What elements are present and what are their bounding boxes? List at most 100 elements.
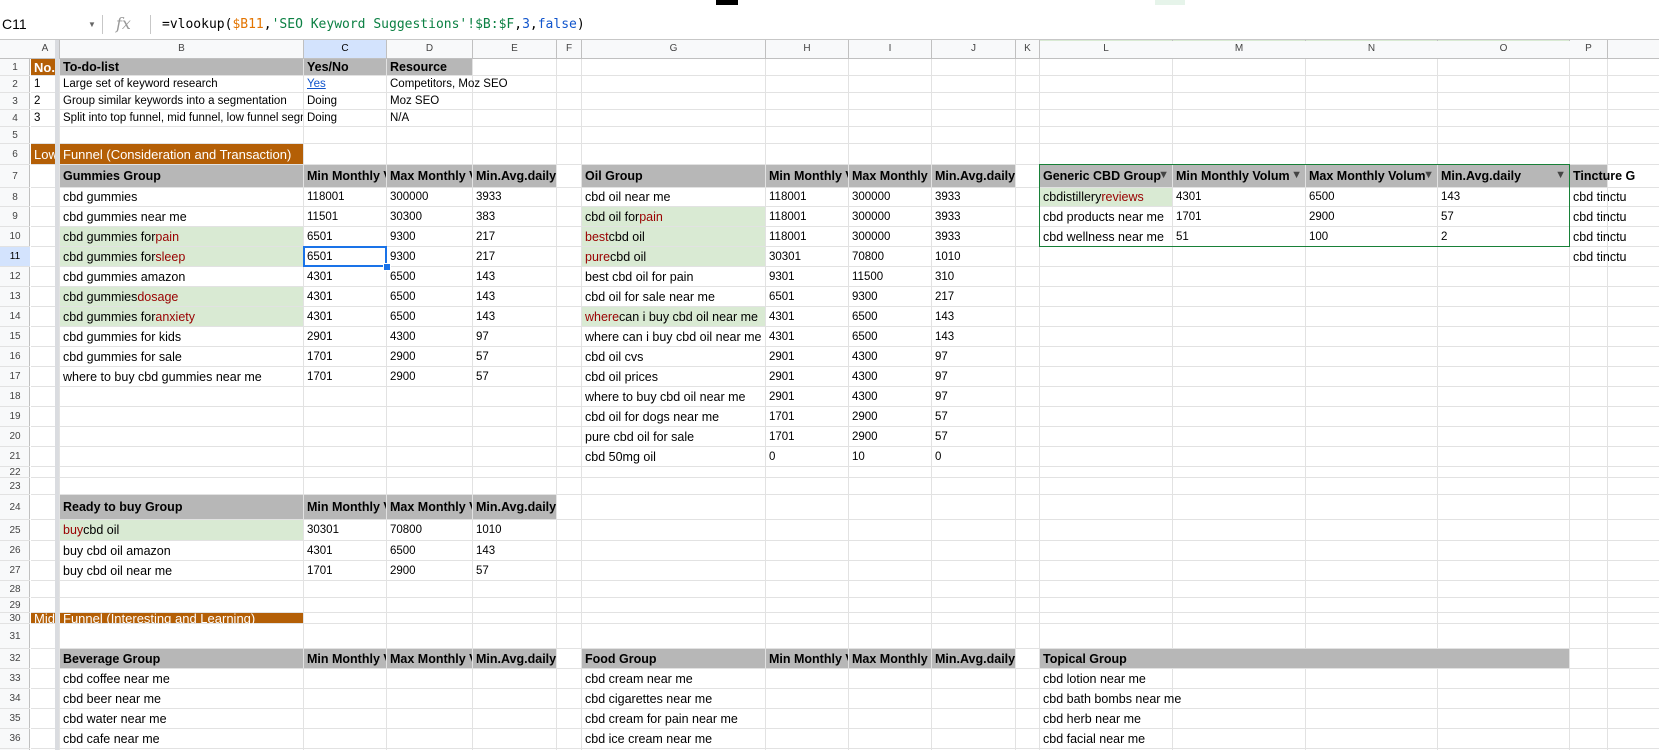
max-monthly-value[interactable]: 2900 — [849, 407, 931, 426]
min-monthly-value[interactable]: 118001 — [304, 188, 386, 206]
min-monthly-value[interactable]: 1701 — [1173, 207, 1305, 226]
gummies-keyword[interactable]: cbd gummies amazon — [60, 267, 303, 286]
min-monthly-value[interactable]: 4301 — [304, 307, 386, 326]
min-avg-daily-value[interactable]: 143 — [932, 307, 1015, 326]
oil-keyword[interactable]: where to buy cbd oil near me — [582, 387, 765, 406]
min-monthly-value[interactable]: 0 — [766, 447, 848, 466]
max-monthly-value[interactable]: 6500 — [849, 327, 931, 346]
min-monthly-value[interactable]: 2901 — [766, 347, 848, 366]
column-header-j[interactable]: J — [932, 40, 1016, 58]
header-min-monthly[interactable]: Min Monthly V — [766, 165, 848, 187]
min-monthly-value[interactable]: 4301 — [1173, 188, 1305, 206]
max-monthly-value[interactable]: 2900 — [849, 427, 931, 446]
min-monthly-value[interactable]: 1701 — [304, 367, 386, 386]
row-header-22[interactable]: 22 — [0, 467, 30, 478]
min-avg-daily-value[interactable]: 97 — [473, 327, 556, 346]
column-header-f[interactable]: F — [557, 40, 582, 58]
min-monthly-value[interactable]: 6501 — [766, 287, 848, 306]
beverage-keyword[interactable]: cbd beer near me — [60, 689, 303, 708]
todo-task[interactable]: Large set of keyword research — [60, 76, 303, 92]
min-avg-daily-value[interactable]: 57 — [1438, 207, 1569, 226]
todo-status[interactable]: Doing — [304, 93, 386, 109]
todo-header-yesno[interactable]: Yes/No — [304, 59, 386, 75]
header-min-monthly[interactable]: Min Monthly V — [304, 495, 386, 519]
oil-keyword[interactable]: cbd oil cvs — [582, 347, 765, 366]
oil-keyword[interactable]: cbd oil for dogs near me — [582, 407, 765, 426]
todo-status[interactable]: Doing — [304, 110, 386, 126]
row-header-20[interactable]: 20 — [0, 427, 30, 447]
generic-keyword[interactable]: cbd products near me — [1040, 207, 1172, 226]
row-header-34[interactable]: 34 — [0, 689, 30, 709]
header-max-monthly[interactable]: Max Monthly \ — [849, 165, 931, 187]
beverage-keyword[interactable]: cbd coffee near me — [60, 669, 303, 688]
min-monthly-value[interactable]: 2901 — [766, 367, 848, 386]
row-header-7[interactable]: 7 — [0, 165, 30, 188]
header-min-avg-daily[interactable]: Min.Avg.daily — [932, 649, 1015, 668]
ready-group-header[interactable]: Ready to buy Group — [60, 495, 303, 519]
frozen-column-divider[interactable] — [55, 40, 59, 750]
row-header-35[interactable]: 35 — [0, 709, 30, 729]
name-box[interactable]: C11 — [0, 10, 98, 39]
min-avg-daily-value[interactable]: 383 — [473, 207, 556, 226]
min-monthly-value[interactable]: 1701 — [766, 427, 848, 446]
header-min-avg-daily[interactable]: Min.Avg.daily — [473, 165, 556, 187]
max-monthly-value[interactable]: 6500 — [387, 541, 472, 560]
sheet-grid[interactable]: No. To-do-list Yes/No Resource 1 Large set of… — [31, 59, 1659, 750]
min-avg-daily-value[interactable]: 2 — [1438, 227, 1569, 246]
gummies-keyword[interactable]: cbd gummies — [60, 188, 303, 206]
min-monthly-value[interactable]: 2901 — [766, 387, 848, 406]
min-monthly-value[interactable]: 30301 — [766, 247, 848, 266]
food-keyword[interactable]: cbd cigarettes near me — [582, 689, 765, 708]
row-header-30[interactable]: 30 — [0, 613, 30, 624]
column-header-g[interactable]: G — [582, 40, 766, 58]
header-max-monthly[interactable]: Max Monthly V — [387, 495, 472, 519]
filter-icon[interactable]: ▼ — [1158, 169, 1169, 181]
filter-icon[interactable]: ▼ — [1555, 169, 1566, 181]
column-header-d[interactable]: D — [387, 40, 473, 58]
ready-keyword[interactable]: buy cbd oil — [60, 520, 303, 540]
header-min-avg-daily[interactable]: Min.Avg.daily — [932, 165, 1015, 187]
oil-keyword[interactable]: cbd oil prices — [582, 367, 765, 386]
tincture-group-header[interactable]: Tincture G — [1570, 165, 1635, 187]
row-header-9[interactable]: 9 — [0, 207, 30, 227]
fill-handle[interactable] — [383, 263, 391, 271]
column-header-c[interactable]: C — [304, 40, 387, 58]
todo-status[interactable]: Yes — [304, 76, 386, 92]
oil-keyword[interactable]: pure cbd oil — [582, 247, 765, 266]
min-monthly-value[interactable]: 4301 — [766, 327, 848, 346]
header-min-avg-daily[interactable]: Min.Avg.daily ▼ — [1438, 165, 1569, 187]
column-header-k[interactable]: K — [1016, 40, 1040, 58]
generic-keyword[interactable]: cbd wellness near me — [1040, 227, 1172, 246]
min-avg-daily-value[interactable]: 217 — [932, 287, 1015, 306]
min-monthly-value[interactable]: 1701 — [766, 407, 848, 426]
max-monthly-value[interactable]: 2900 — [1306, 207, 1437, 226]
row-header-3[interactable]: 3 — [0, 93, 30, 110]
min-avg-daily-value[interactable]: 1010 — [932, 247, 1015, 266]
row-header-28[interactable]: 28 — [0, 581, 30, 598]
oil-keyword[interactable]: cbd 50mg oil — [582, 447, 765, 466]
min-avg-daily-value[interactable]: 143 — [473, 307, 556, 326]
max-monthly-value[interactable]: 11500 — [849, 267, 931, 286]
gummies-keyword[interactable]: cbd gummies for sleep — [60, 247, 303, 266]
row-header-18[interactable]: 18 — [0, 387, 30, 407]
column-header-i[interactable]: I — [849, 40, 932, 58]
food-keyword[interactable]: cbd ice cream near me — [582, 729, 765, 748]
oil-keyword[interactable]: best cbd oil for pain — [582, 267, 765, 286]
row-header-19[interactable]: 19 — [0, 407, 30, 427]
topical-keyword[interactable]: cbd lotion near me — [1040, 669, 1172, 688]
max-monthly-value[interactable]: 9300 — [387, 227, 472, 246]
chevron-down-icon[interactable]: ▼ — [88, 10, 96, 39]
min-monthly-value[interactable]: 118001 — [766, 207, 848, 226]
todo-task[interactable]: Split into top funnel, mid funnel, low f… — [60, 110, 303, 126]
row-header-27[interactable]: 27 — [0, 561, 30, 581]
todo-resource[interactable]: N/A — [387, 110, 472, 126]
row-header-2[interactable]: 2 — [0, 76, 30, 93]
row-header-4[interactable]: 4 — [0, 110, 30, 127]
column-header-e[interactable]: E — [473, 40, 557, 58]
oil-keyword[interactable]: best cbd oil — [582, 227, 765, 246]
generic-keyword[interactable]: cbdistillery reviews — [1040, 188, 1172, 206]
column-header-n[interactable]: N — [1306, 40, 1438, 54]
row-header-8[interactable]: 8 — [0, 188, 30, 207]
row-header-6[interactable]: 6 — [0, 144, 30, 165]
min-monthly-value[interactable]: 11501 — [304, 207, 386, 226]
